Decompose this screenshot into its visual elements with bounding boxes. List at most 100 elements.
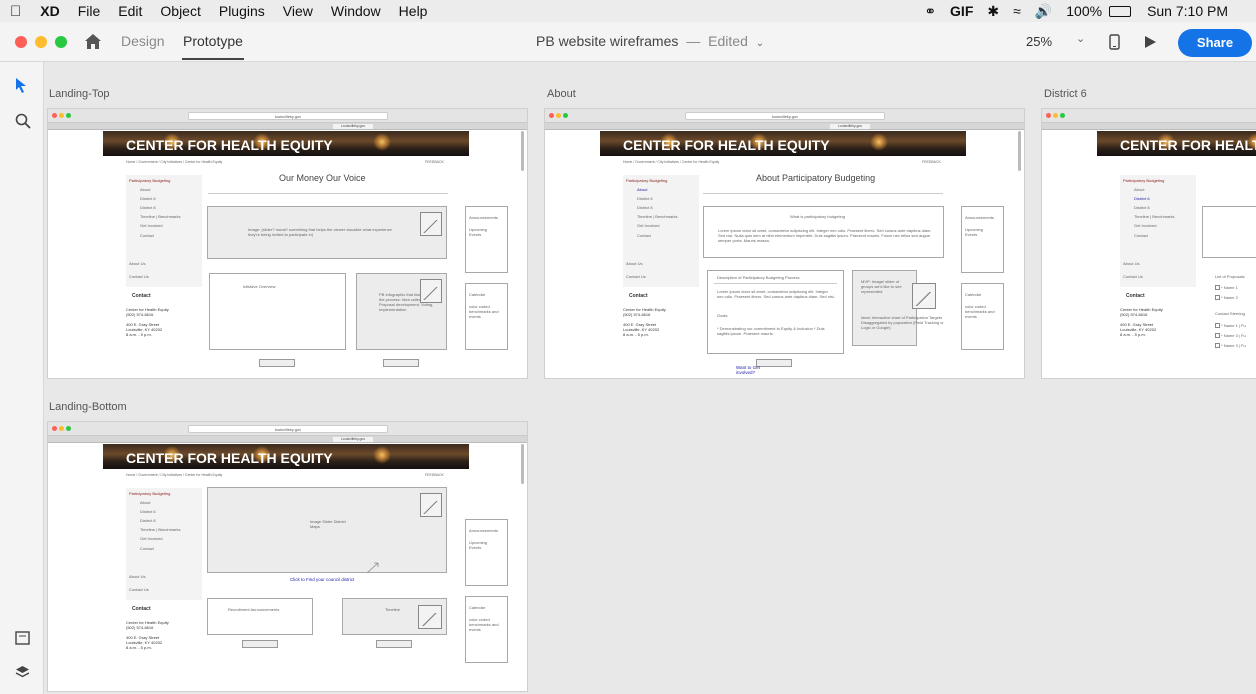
sidebar-item-timeline: Timeline | Benchmarks	[637, 214, 678, 219]
layers-panel-icon[interactable]	[15, 665, 30, 680]
steering-name: Name 1 | Fu	[1223, 323, 1246, 328]
contact-line: 8 a.m. - 5 p.m.	[126, 645, 152, 650]
menu-edit[interactable]: Edit	[109, 3, 151, 19]
artboard-label-about[interactable]: About	[547, 88, 576, 100]
get-involved-link[interactable]: Want to Get involved?	[736, 365, 776, 375]
site-sidebar: Participatory Budgeting About District 6…	[623, 175, 699, 287]
artboard-landing-bottom[interactable]: louisvilleky.gov Louisvilleky.gov CENTER…	[47, 421, 528, 692]
sidebar-item-timeline: Timeline | Benchmarks	[140, 214, 181, 219]
creative-cloud-icon[interactable]: ⚭	[917, 3, 943, 20]
zoom-window-button[interactable]	[55, 36, 67, 48]
artboard-label-district-6[interactable]: District 6	[1044, 88, 1087, 100]
contact-heading: Contact	[629, 293, 648, 299]
proposal-item: * Name 1	[1215, 285, 1238, 291]
document-title[interactable]: PB website wireframes — Edited ⌄	[536, 33, 764, 49]
menu-help[interactable]: Help	[390, 3, 437, 19]
browser-min-dot	[59, 113, 64, 118]
sidebar-item-get-involved: Get Involved	[140, 536, 163, 541]
browser-chrome: louisvilleky.gov	[48, 109, 527, 123]
checkbox-icon	[1215, 343, 1220, 349]
apple-icon[interactable]: 	[0, 3, 31, 20]
proposal-name: Name 1	[1223, 285, 1238, 290]
menu-view[interactable]: View	[274, 3, 322, 19]
upcoming-events-label: Upcoming Events	[965, 227, 984, 237]
hero-text: Image: (slider? mural? something that he…	[248, 227, 392, 237]
district-hero-box	[1202, 206, 1256, 258]
zoom-level[interactable]: 25%	[1026, 34, 1052, 49]
ideal-text: Ideal: Interactive chart of Participatio…	[861, 315, 944, 330]
close-window-button[interactable]	[15, 36, 27, 48]
menu-window[interactable]: Window	[322, 3, 390, 19]
cta-button-placeholder	[242, 640, 278, 648]
cta-button-placeholder	[376, 640, 412, 648]
browser-close-dot	[52, 113, 57, 118]
breadcrumb: Home / Government / City Initiatives / C…	[623, 160, 720, 164]
sidebar-item-contact: Contact	[140, 233, 154, 238]
find-district-link[interactable]: Click to Find your council district	[290, 577, 354, 582]
cta-button-placeholder	[259, 359, 295, 367]
contact-line: 8 a.m. - 5 p.m.	[126, 332, 152, 337]
play-icon[interactable]	[1143, 35, 1157, 49]
design-canvas[interactable]: Landing-Top louisvilleky.gov Louisvillek…	[44, 62, 1256, 694]
wifi-icon[interactable]: ≈	[1006, 3, 1028, 19]
assets-panel-icon[interactable]	[15, 631, 30, 645]
calendar-label: Calendar	[469, 605, 486, 610]
calendar-box: Calendar color coded benchmarks and even…	[961, 283, 1004, 350]
steering-item: * Name 3 | Fu	[1215, 333, 1246, 339]
browser-max-dot	[563, 113, 568, 118]
cta-button-placeholder	[383, 359, 419, 367]
gif-label[interactable]: GIF	[943, 3, 980, 19]
home-icon[interactable]	[84, 33, 102, 50]
page-scrollbar	[521, 131, 524, 171]
sidebar-item-timeline: Timeline | Benchmarks	[1134, 214, 1175, 219]
sidebar-item-about-us: About Us	[626, 261, 643, 266]
menu-app-name[interactable]: XD	[31, 3, 68, 19]
zoom-tool-icon[interactable]	[15, 113, 31, 129]
steering-item: * Name 1 | Fu	[1215, 323, 1246, 329]
menu-file[interactable]: File	[69, 3, 110, 19]
representation-box: MVP: Image/ slider of groups we'd like t…	[852, 270, 943, 346]
browser-close-dot	[52, 426, 57, 431]
browser-tab-strip: Louisvilleky.gov	[48, 436, 527, 443]
announcements-label: Announcements	[469, 215, 498, 220]
sidebar-item-pb: Participatory Budgeting	[129, 491, 171, 496]
chevron-down-icon[interactable]: ⌄	[756, 38, 764, 49]
sidebar-item-timeline: Timeline | Benchmarks	[140, 527, 181, 532]
checkbox-icon	[1215, 323, 1220, 329]
share-button[interactable]: Share	[1178, 29, 1252, 57]
device-preview-icon[interactable]	[1109, 34, 1120, 50]
breadcrumb: Home / Government / City Initiatives / C…	[126, 160, 223, 164]
minimize-window-button[interactable]	[35, 36, 47, 48]
box-divider	[714, 283, 837, 284]
artboard-label-landing-bottom[interactable]: Landing-Bottom	[49, 401, 127, 413]
banner-title: CENTER FOR HEALTH EQUITY	[126, 137, 333, 153]
menu-plugins[interactable]: Plugins	[210, 3, 274, 19]
tab-prototype[interactable]: Prototype	[183, 33, 243, 49]
battery-percent[interactable]: 100%	[1059, 3, 1109, 19]
menu-object[interactable]: Object	[151, 3, 209, 19]
artboard-district-6[interactable]: CENTER FOR HEALTH EQUITY Participatory B…	[1041, 108, 1256, 379]
bluetooth-icon[interactable]: ✱	[980, 3, 1006, 20]
battery-icon[interactable]	[1109, 5, 1132, 17]
banner-title: CENTER FOR HEALTH EQUITY	[1120, 137, 1256, 153]
browser-max-dot	[1060, 113, 1065, 118]
announcements-label: Announcements	[965, 215, 994, 220]
browser-chrome	[1042, 109, 1256, 123]
browser-tab-strip	[1042, 123, 1256, 130]
select-tool-icon[interactable]	[14, 77, 28, 93]
artboard-label-landing-top[interactable]: Landing-Top	[49, 88, 110, 100]
title-divider	[703, 193, 943, 194]
artboard-landing-top[interactable]: louisvilleky.gov Louisvilleky.gov CENTER…	[47, 108, 528, 379]
zoom-chevron-down-icon[interactable]: ⌄	[1076, 32, 1085, 45]
volume-icon[interactable]: 🔊	[1028, 3, 1059, 20]
district-map-slider: Image Slider District Maps	[207, 487, 447, 574]
what-is-pb-heading: What is participatory budgeting	[790, 214, 845, 219]
announcements-box: Announcements Upcoming Events	[961, 206, 1004, 273]
feedback-link: FEEDBACK	[425, 160, 444, 164]
tab-design[interactable]: Design	[121, 33, 165, 49]
artboard-about[interactable]: louisvilleky.gov Louisvilleky.gov CENTER…	[544, 108, 1025, 379]
calendar-box: Calendar color coded benchmarks and even…	[465, 596, 508, 663]
steering-name: Name 3 | Fu	[1223, 333, 1246, 338]
sidebar-item-district-8: District 8	[1134, 205, 1150, 210]
menubar-clock[interactable]: Sun 7:10 PM	[1139, 3, 1256, 19]
